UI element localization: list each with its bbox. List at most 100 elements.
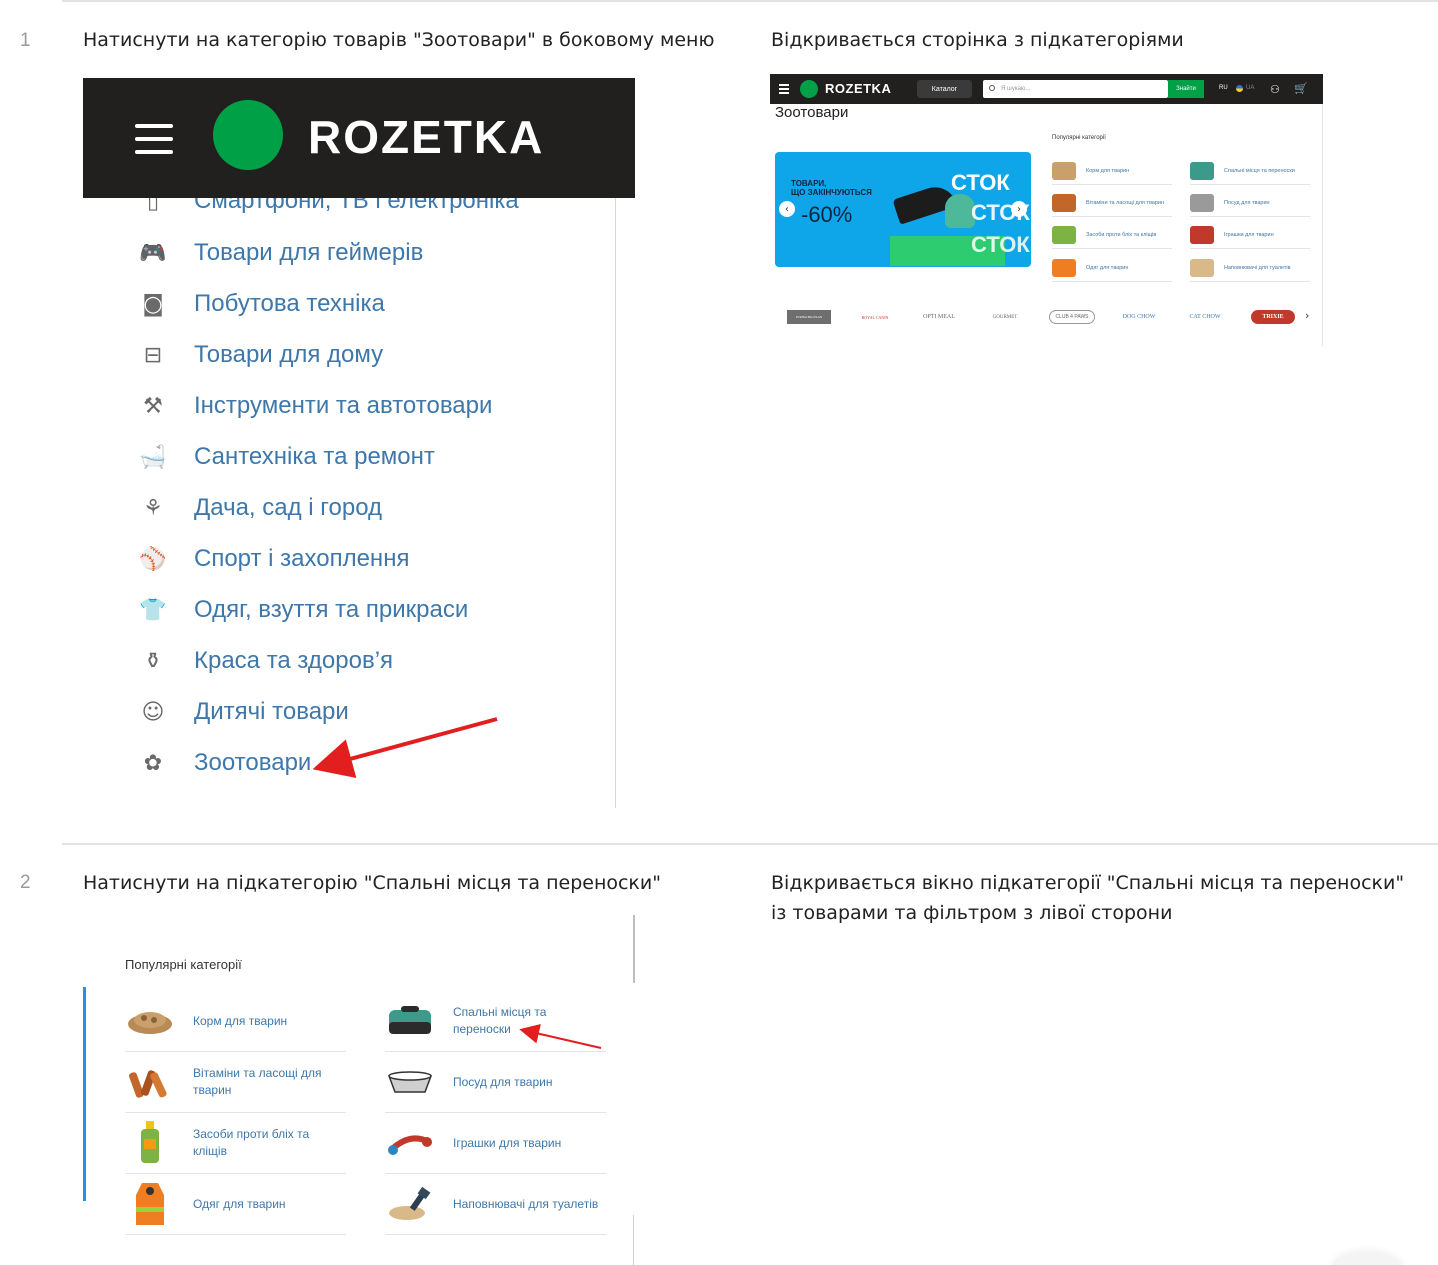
burger-menu-icon[interactable] [779, 84, 789, 94]
banner-next-arrow-icon[interactable]: › [1011, 201, 1027, 217]
category-item[interactable]: Іграшки для тварин [1190, 221, 1310, 249]
category-label: Посуд для тварин [1224, 199, 1270, 206]
brands-next-arrow-icon[interactable]: › [1305, 309, 1309, 322]
pet-vest-icon [125, 1183, 175, 1225]
menu-item-home[interactable]: ⊟ Товари для дому [138, 335, 383, 375]
slider-edge [83, 987, 86, 1201]
menu-item-label: Інструменти та автотовари [194, 392, 493, 419]
category-item[interactable]: Посуд для тварин [1190, 189, 1310, 217]
lang-ru-link[interactable]: RU [1219, 85, 1228, 91]
menu-item-label: Дача, сад і город [194, 494, 383, 521]
catalog-button[interactable]: Каталог [917, 80, 972, 98]
popular-categories-title: Популярні категорії [125, 957, 242, 972]
search-button[interactable]: Знайти [1168, 80, 1204, 98]
pet-carrier-icon [1190, 161, 1214, 180]
category-item[interactable]: Наповнювачі для туалетів [385, 1174, 606, 1235]
menu-item-plumbing[interactable]: 🛁 Сантехніка та ремонт [138, 437, 435, 477]
pet-food-icon [125, 1001, 175, 1041]
category-label: Іграшки для тварин [1224, 231, 1274, 238]
brand-carousel: PURINA PRO PLAN ROYAL CANIN OPTI MEAL GO… [785, 306, 1315, 328]
step-number: 1 [20, 30, 31, 51]
menu-item-appliances[interactable]: ◙ Побутова техніка [138, 284, 385, 324]
category-label: Посуд для тварин [453, 1074, 553, 1089]
banner-prev-arrow-icon[interactable]: ‹ [779, 201, 795, 217]
banner-subtitle: ТОВАРИ, ЩО ЗАКІНЧУЮТЬСЯ [791, 179, 872, 197]
category-label: Наповнювачі для туалетів [453, 1196, 599, 1211]
menu-item-garden[interactable]: ⚘ Дача, сад і город [138, 488, 382, 528]
top-divider [62, 0, 1438, 2]
category-item[interactable]: Спальні місця та переноски [385, 991, 606, 1052]
popular-categories-title: Популярні категорії [1052, 135, 1106, 141]
pet-food-icon [1052, 161, 1076, 180]
category-label: Спальні місця та переноски [1224, 167, 1295, 174]
category-label: Вітаміни та ласощі для тварин [193, 1066, 322, 1097]
menu-item-clothes[interactable]: 👕 Одяг, взуття та прикраси [138, 590, 468, 630]
user-icon[interactable]: ⚇ [1270, 83, 1280, 96]
banner-stock-word: СТОК [971, 232, 1030, 257]
category-label: Засоби проти бліх та кліщів [1086, 231, 1157, 238]
brand-logo[interactable]: PURINA PRO PLAN [787, 310, 831, 324]
popular-categories-screenshot: Популярні категорії Корм для тварин Спал… [83, 915, 635, 1265]
brand-logo[interactable]: ROYAL CANIN [853, 310, 897, 324]
menu-item-label: Побутова техніка [194, 290, 385, 317]
category-label: Наповнювачі для туалетів [1224, 264, 1291, 271]
rozetka-logo-icon[interactable] [213, 100, 283, 170]
category-item[interactable]: Корм для тварин [125, 991, 346, 1052]
category-item[interactable]: Вітаміни та ласощі для тварин [125, 1052, 346, 1113]
brand-logo[interactable]: TRIXIE [1251, 310, 1295, 324]
category-item[interactable]: Засоби проти бліх та кліщів [1052, 221, 1172, 249]
drill-icon: ⚒ [143, 393, 163, 419]
menu-item-label: Спорт і захоплення [194, 545, 410, 572]
menu-item-label: Сантехніка та ремонт [194, 443, 435, 470]
rozetka-logo-text[interactable]: ROZETKA [825, 81, 891, 96]
step-divider [62, 843, 1438, 845]
pet-vest-icon [1052, 258, 1076, 277]
menu-item-label: Одяг, взуття та прикраси [194, 596, 469, 623]
ukraine-flag-icon [1236, 85, 1243, 92]
menu-item-beauty[interactable]: ⚱ Краса та здоров’я [138, 641, 393, 681]
brand-logo[interactable]: DOG CHOW [1117, 310, 1161, 324]
burger-menu-icon[interactable] [135, 124, 173, 154]
step-result: Відкривається вікно підкатегорії "Спальн… [771, 872, 1405, 924]
flea-spray-icon [125, 1121, 175, 1163]
category-item[interactable]: Корм для тварин [1052, 157, 1172, 185]
brand-logo[interactable]: GOURMET [983, 310, 1027, 324]
treats-icon [1052, 193, 1076, 212]
scroll-border [633, 915, 635, 983]
category-item[interactable]: Засоби проти бліх та кліщів [125, 1113, 346, 1174]
rozetka-header: ROZETKA Каталог Я шукаю... Знайти RU UA … [770, 74, 1323, 104]
rozetka-logo-icon[interactable] [800, 80, 818, 98]
page-title: Зоотовари [775, 104, 849, 121]
category-page-screenshot: ROZETKA Каталог Я шукаю... Знайти RU UA … [770, 74, 1323, 346]
category-item[interactable]: Посуд для тварин [385, 1052, 606, 1113]
cart-icon[interactable]: 🛒 [1294, 82, 1308, 95]
teddy-bear-icon: ☺ [141, 699, 165, 725]
rope-toy-icon [1190, 225, 1214, 244]
pet-bowl-icon [385, 1062, 435, 1102]
category-label: Одяг для тварин [193, 1196, 286, 1211]
category-item[interactable]: Іграшки для тварин [385, 1113, 606, 1174]
brand-logo[interactable]: CAT CHOW [1183, 310, 1227, 324]
menu-item-tools[interactable]: ⚒ Інструменти та автотовари [138, 386, 492, 426]
category-item[interactable]: Вітаміни та ласощі для тварин [1052, 189, 1172, 217]
pet-bowl-icon [1190, 193, 1214, 212]
menu-item-kids[interactable]: ☺ Дитячі товари [138, 692, 349, 732]
menu-item-sport[interactable]: ⚾ Спорт і захоплення [138, 539, 409, 579]
category-item[interactable]: Наповнювачі для туалетів [1190, 254, 1310, 282]
step-number: 2 [20, 872, 31, 893]
step-result: Відкривається сторінка з підкатегоріями [771, 29, 1184, 51]
brand-logo[interactable]: CLUB 4 PAWS [1049, 310, 1095, 324]
category-item[interactable]: Одяг для тварин [125, 1174, 346, 1235]
menu-item-pets[interactable]: ✿ Зоотовари [138, 743, 312, 783]
treats-icon [125, 1062, 175, 1102]
sidebar-menu-screenshot: ▯ Смартфони, ТВ і електроніка 🎮 Товари д… [83, 78, 635, 808]
brand-logo[interactable]: OPTI MEAL [917, 310, 961, 324]
category-item[interactable]: Одяг для тварин [1052, 254, 1172, 282]
rozetka-logo-text[interactable]: ROZETKA [308, 110, 544, 164]
promo-banner[interactable]: ТОВАРИ, ЩО ЗАКІНЧУЮТЬСЯ -60% СТОК СТОК С… [775, 152, 1031, 267]
search-input[interactable]: Я шукаю... [983, 80, 1168, 98]
floating-widget[interactable] [1332, 1252, 1402, 1265]
menu-item-gamers[interactable]: 🎮 Товари для геймерів [138, 233, 423, 273]
category-item[interactable]: Спальні місця та переноски [1190, 157, 1310, 185]
lang-ua-link[interactable]: UA [1246, 85, 1254, 91]
